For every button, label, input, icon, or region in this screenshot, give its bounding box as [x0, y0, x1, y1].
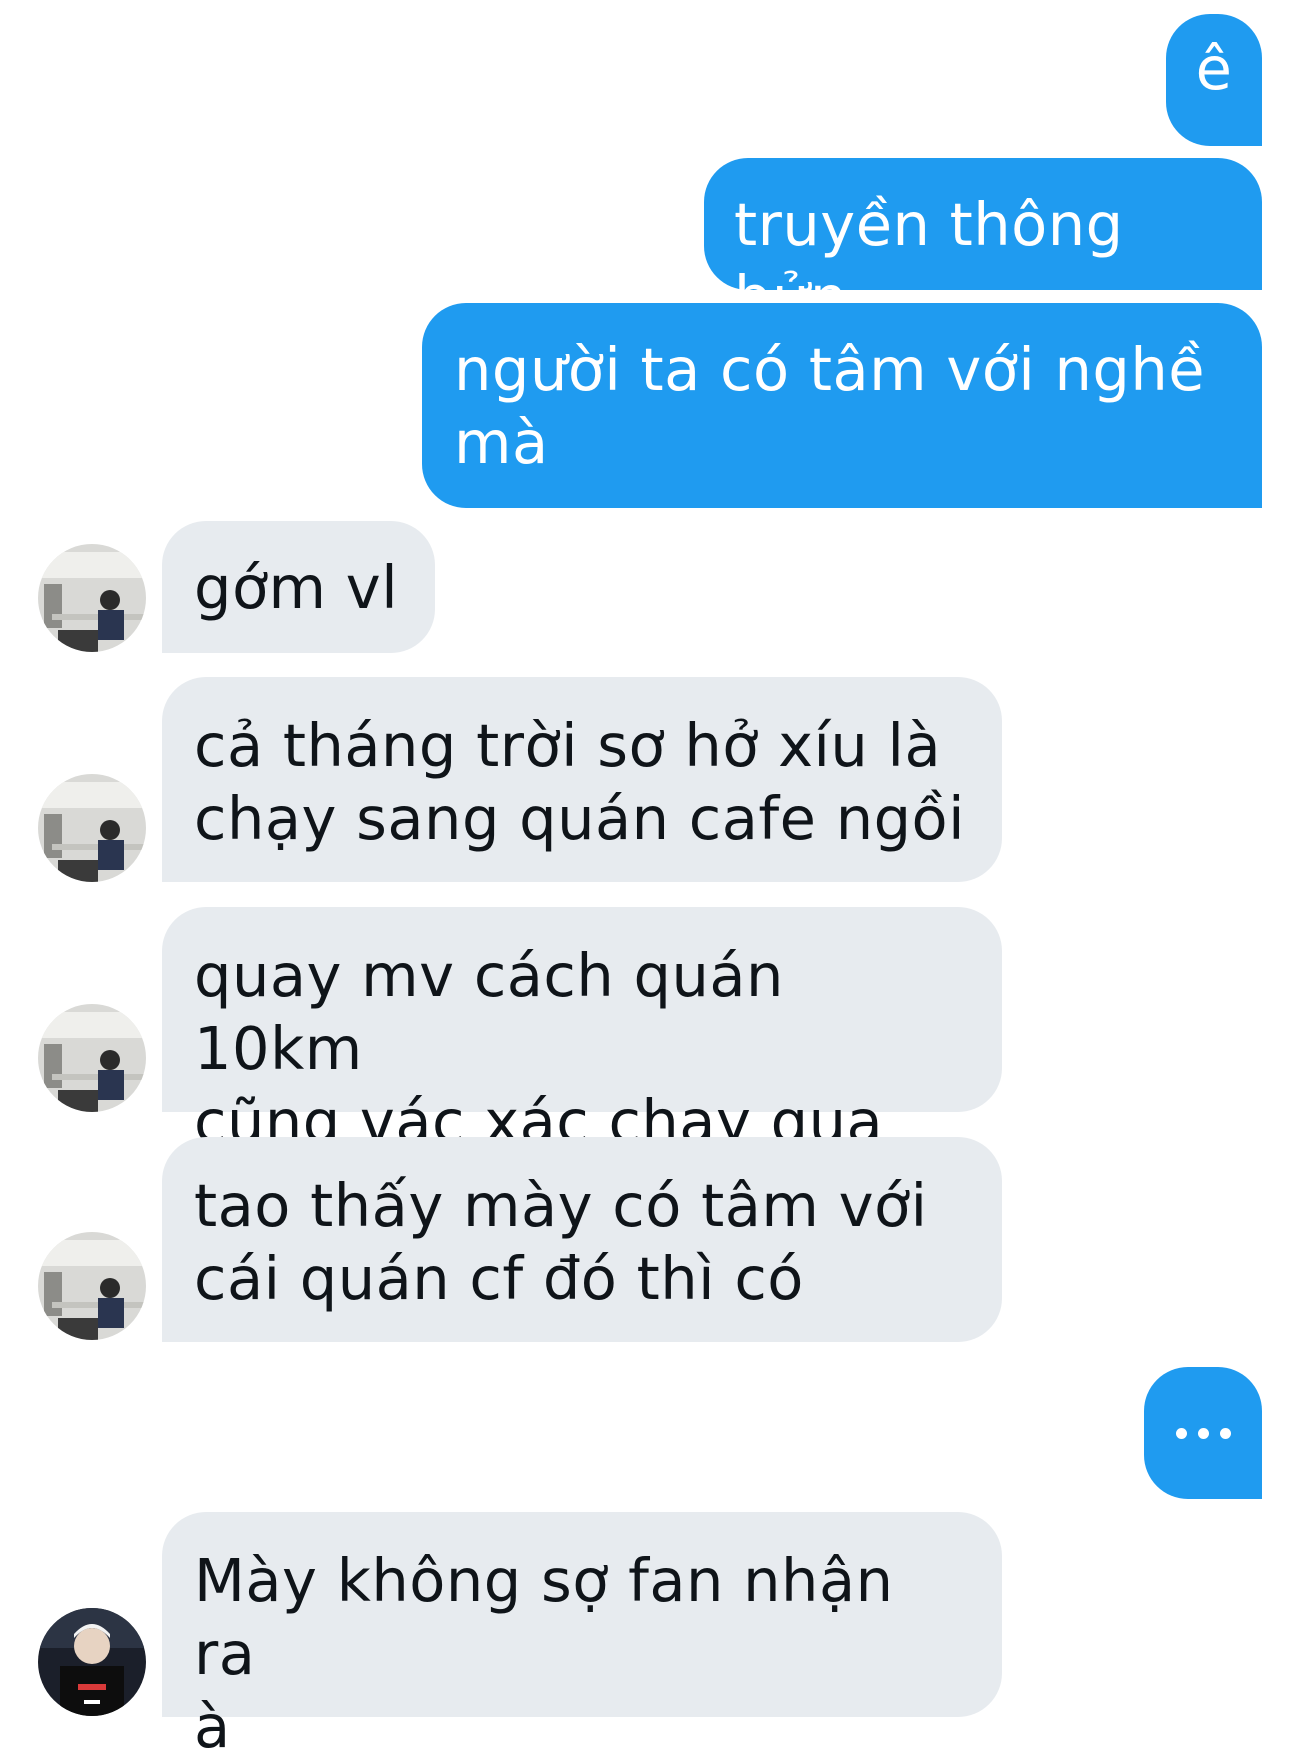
sent-message-bubble[interactable]: ê	[1166, 14, 1262, 146]
ellipsis-dot-icon	[1219, 1427, 1231, 1439]
ellipsis-dot-icon	[1175, 1427, 1187, 1439]
received-message-bubble[interactable]: cả tháng trời sơ hở xíu là chạy sang quá…	[162, 677, 1002, 882]
contact-avatar[interactable]	[38, 544, 146, 652]
sent-message-bubble[interactable]: người ta có tâm với nghề mà	[422, 303, 1262, 508]
contact-avatar[interactable]	[38, 774, 146, 882]
sent-ellipsis-bubble[interactable]	[1144, 1367, 1262, 1499]
contact-avatar-alt[interactable]	[38, 1608, 146, 1716]
sent-message-bubble[interactable]: truyền thông bửn	[704, 158, 1262, 332]
contact-avatar[interactable]	[38, 1232, 146, 1340]
received-message-bubble[interactable]: Mày không sợ fan nhận ra à	[162, 1512, 1002, 1761]
contact-avatar[interactable]	[38, 1004, 146, 1112]
ellipsis-dot-icon	[1197, 1427, 1209, 1439]
received-message-bubble[interactable]: gớm vl	[162, 521, 435, 653]
received-message-bubble[interactable]: quay mv cách quán 10km cũng vác xác chạy…	[162, 907, 1002, 1156]
received-message-bubble[interactable]: tao thấy mày có tâm với cái quán cf đó t…	[162, 1137, 1002, 1342]
